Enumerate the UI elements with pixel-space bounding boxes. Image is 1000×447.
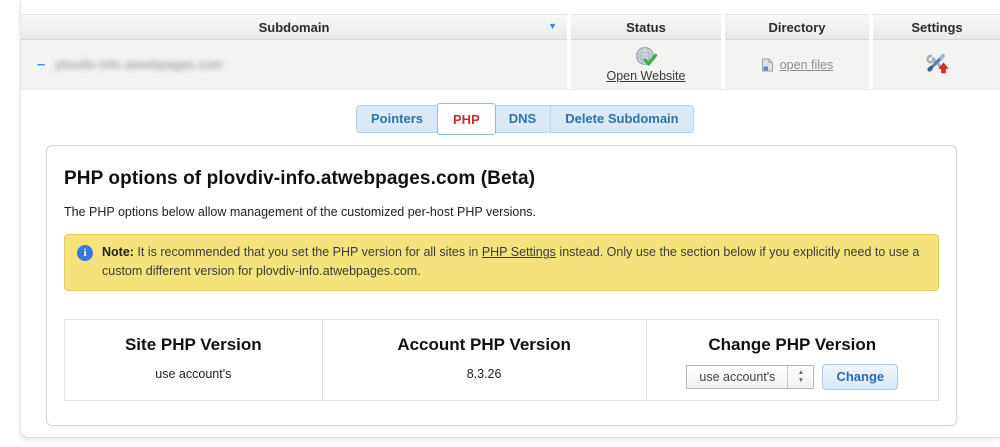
php-version-table: Site PHP Version use account's Account P… [64,319,939,401]
directory-cell: open files [725,40,869,89]
php-settings-link[interactable]: PHP Settings [482,245,556,259]
settings-cell [873,40,1000,89]
php-version-select-value: use account's [687,366,787,388]
column-header-subdomain[interactable]: Subdomain ▼ [21,14,567,40]
account-php-version-cell: Account PHP Version 8.3.26 [322,320,646,400]
open-website-link[interactable]: Open Website [607,69,686,83]
page: Subdomain ▼ Status Directory Settings – … [0,0,1000,447]
site-php-version-cell: Site PHP Version use account's [65,320,322,400]
globe-check-icon[interactable] [634,46,658,68]
subdomain-table-header: Subdomain ▼ Status Directory Settings [21,14,1000,40]
php-version-select[interactable]: use account's ▲▼ [686,365,814,389]
open-files-link[interactable]: open files [780,58,834,72]
column-header-directory: Directory [725,14,869,40]
column-header-settings-label: Settings [911,20,962,35]
panel-title: PHP options of plovdiv-info.atwebpages.c… [64,168,939,190]
tab-pointers[interactable]: Pointers [357,106,438,132]
change-php-version-controls: use account's ▲▼ Change [647,364,938,390]
sort-arrow-icon[interactable]: ▼ [548,22,557,31]
collapse-minus-icon[interactable]: – [37,56,45,73]
column-header-status-label: Status [626,20,666,35]
note-text-before-link: It is recommended that you set the PHP v… [134,245,482,259]
php-options-panel: PHP options of plovdiv-info.atwebpages.c… [46,145,957,426]
column-header-status: Status [571,14,721,40]
tab-delete-subdomain[interactable]: Delete Subdomain [551,106,692,132]
site-php-version-value: use account's [65,367,322,381]
change-php-version-heading: Change PHP Version [647,335,938,355]
subdomain-tabbar: Pointers PHP DNS Delete Subdomain [356,105,694,133]
tab-dns[interactable]: DNS [495,106,551,132]
account-php-version-heading: Account PHP Version [323,335,646,355]
note-box: i Note: It is recommended that you set t… [64,234,939,291]
subdomain-row: – plovdiv-info.atwebpages.com Open Websi… [21,40,1000,89]
content-wrapper: Subdomain ▼ Status Directory Settings – … [20,0,1000,438]
file-icon [761,58,774,72]
select-spinner-icon: ▲▼ [787,366,813,388]
site-php-version-heading: Site PHP Version [65,335,322,355]
change-php-version-cell: Change PHP Version use account's ▲▼ Chan… [646,320,938,400]
subdomain-cell: – plovdiv-info.atwebpages.com [21,40,567,89]
status-cell: Open Website [571,40,721,89]
column-header-settings: Settings [873,14,1000,40]
column-header-directory-label: Directory [768,20,825,35]
subdomain-name: plovdiv-info.atwebpages.com [55,57,223,72]
panel-description: The PHP options below allow management o… [64,205,939,219]
account-php-version-value: 8.3.26 [323,367,646,381]
tab-php[interactable]: PHP [437,103,496,135]
column-header-subdomain-label: Subdomain [259,20,330,35]
settings-tools-icon[interactable] [924,52,951,78]
info-icon: i [77,245,93,261]
note-label: Note: [102,245,134,259]
change-button[interactable]: Change [822,364,898,390]
row-divider [21,89,1000,90]
